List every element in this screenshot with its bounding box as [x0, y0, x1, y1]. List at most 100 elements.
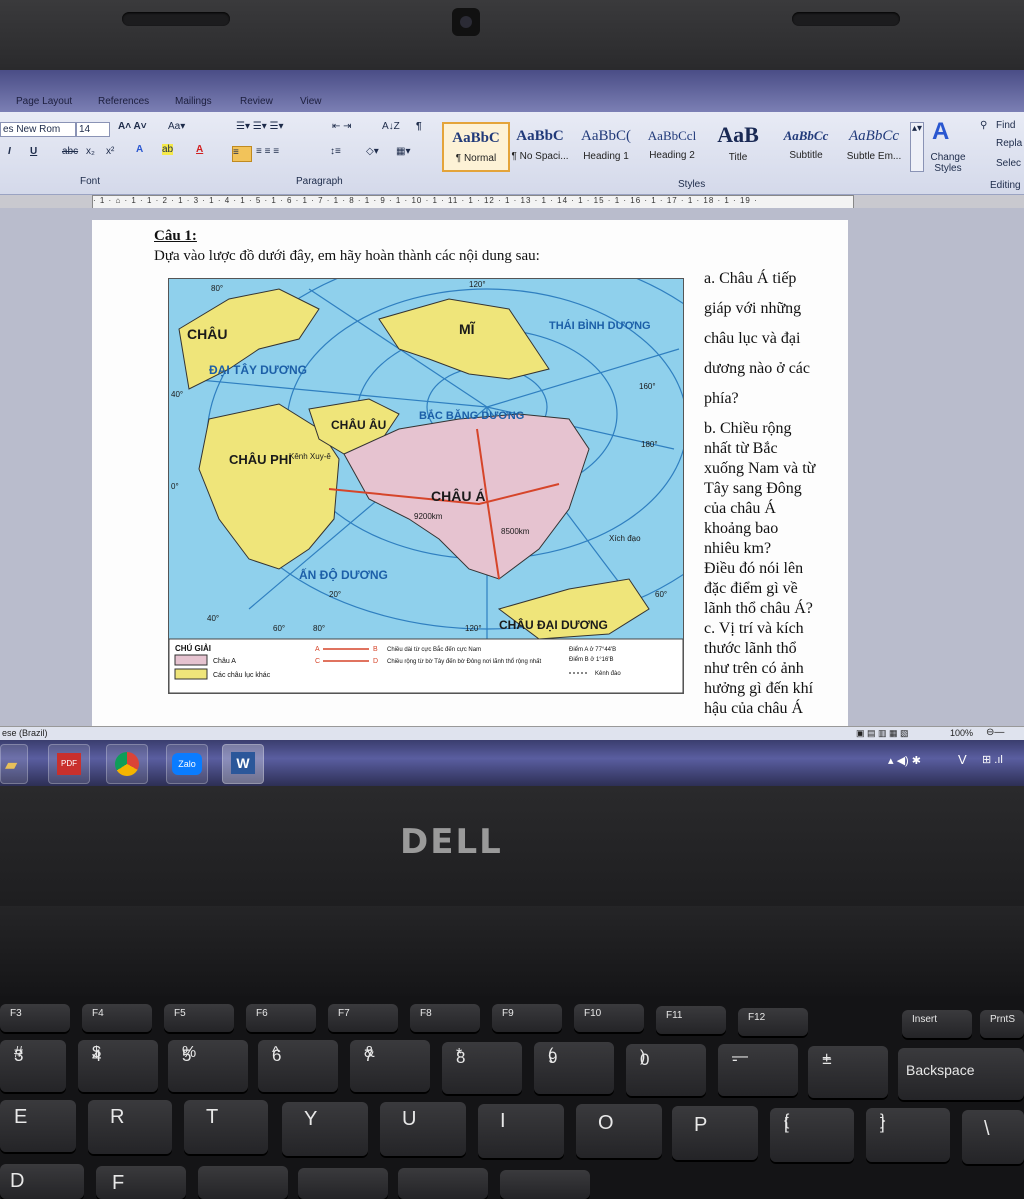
change-case-button[interactable]: Aa▾ [168, 121, 185, 132]
tab-page-layout[interactable]: Page Layout [16, 96, 72, 107]
key-equals[interactable]: + = [808, 1046, 888, 1098]
key-backslash[interactable]: \ [962, 1110, 1024, 1164]
font-name-select[interactable]: es New Rom [0, 122, 76, 137]
pdf-taskbar-button[interactable]: PDF [48, 744, 90, 784]
key-9[interactable]: (9 [534, 1042, 614, 1094]
key-f4[interactable]: F4 [82, 1004, 152, 1032]
key-8[interactable]: * 8 [442, 1042, 522, 1094]
align-center-icon[interactable]: ≡ ≡ ≡ [256, 146, 279, 157]
key-f8[interactable]: F8 [410, 1004, 480, 1032]
superscript-button[interactable]: x² [106, 146, 114, 157]
keyboard: F3 F4 F5 F6 F7 F8 F9 F10 F11 F12 Insert … [0, 996, 1024, 1199]
word-taskbar-button[interactable]: W [222, 744, 264, 784]
key-4[interactable]: $4 [78, 1040, 158, 1092]
tray-v-icon[interactable]: V [958, 752, 967, 767]
key-e[interactable]: E [0, 1100, 76, 1152]
style-subtitle[interactable]: AaBbCc Subtitle [774, 122, 838, 168]
key-r[interactable]: R [88, 1100, 172, 1154]
tab-references[interactable]: References [98, 96, 149, 107]
key-f11[interactable]: F11 [656, 1006, 726, 1034]
key-f6[interactable]: F6 [246, 1004, 316, 1032]
font-color-icon[interactable]: A [196, 144, 203, 155]
language-indicator[interactable]: ese (Brazil) [2, 728, 48, 738]
pilcrow-icon[interactable]: ¶ [416, 121, 422, 132]
key-backspace[interactable]: Backspace [898, 1048, 1024, 1100]
style-subtle-emphasis[interactable]: AaBbCc Subtle Em... [842, 122, 906, 168]
horizontal-ruler[interactable]: · 1 · ⌂ · 1 · 1 · 2 · 1 · 3 · 1 · 4 · 1 … [92, 195, 854, 209]
zoom-out-button[interactable]: ⊖— [986, 727, 1004, 738]
shading-icon[interactable]: ◇▾ [366, 146, 379, 157]
style-no-spacing[interactable]: AaBbC ¶ No Spaci... [508, 122, 572, 168]
key-j[interactable] [398, 1168, 488, 1199]
tab-mailings[interactable]: Mailings [175, 96, 212, 107]
key-7[interactable]: & 7 [350, 1040, 430, 1092]
key-f7[interactable]: F7 [328, 1004, 398, 1032]
key-o[interactable]: O [576, 1104, 662, 1158]
key-3[interactable]: #3 [0, 1040, 66, 1092]
change-styles-icon[interactable]: A [932, 118, 949, 146]
tray-icons[interactable]: ▴ ◀) ✱ [888, 754, 921, 767]
style-heading-2[interactable]: AaBbCcl Heading 2 [640, 122, 704, 168]
key-h[interactable] [298, 1168, 388, 1199]
grow-font-button[interactable]: A˄ A˅ [118, 121, 147, 132]
text-effects-icon[interactable]: A [136, 144, 143, 155]
key-f12[interactable]: F12 [738, 1008, 808, 1036]
key-d[interactable]: D [0, 1164, 84, 1199]
replace-button[interactable]: Repla [996, 138, 1022, 149]
font-size-select[interactable]: 14 [76, 122, 110, 137]
indent-icon[interactable]: ⇤ ⇥ [332, 121, 352, 132]
key-f[interactable]: F [96, 1166, 186, 1199]
line-spacing-icon[interactable]: ↕≡ [330, 146, 341, 157]
legend-swatch-asia [174, 654, 208, 666]
underline-button[interactable]: U [30, 146, 37, 157]
strikethrough-button[interactable]: abc [62, 146, 78, 157]
explorer-taskbar-button[interactable]: ▰ [0, 744, 28, 784]
italic-button[interactable]: I [8, 146, 11, 157]
change-styles-button[interactable]: Change Styles [926, 152, 970, 174]
borders-icon[interactable]: ▦▾ [396, 146, 410, 157]
key-y[interactable]: Y [282, 1102, 368, 1156]
key-close-bracket[interactable]: }] [866, 1108, 950, 1162]
laptop-screen: Page Layout References Mailings Review V… [0, 70, 1024, 786]
key-f3[interactable]: F3 [0, 1004, 70, 1032]
key-label: 0 [640, 1050, 650, 1069]
select-button[interactable]: Selec [996, 158, 1021, 169]
degree-label: 40° [171, 390, 183, 399]
sort-icon[interactable]: A↓Z [382, 121, 400, 132]
bullets-icon[interactable]: ☰▾ ☰▾ ☰▾ [236, 121, 284, 132]
key-f9[interactable]: F9 [492, 1004, 562, 1032]
subscript-button[interactable]: x₂ [86, 146, 95, 157]
key-minus[interactable]: — - [718, 1044, 798, 1096]
align-left-icon[interactable]: ≡ [232, 146, 252, 162]
key-0[interactable]: ) 0 [626, 1044, 706, 1096]
key-label: O [598, 1112, 614, 1134]
document-page[interactable]: Câu 1: Dựa vào lược đồ dưới đây, em hãy … [92, 220, 848, 728]
key-g[interactable] [198, 1166, 288, 1199]
legend-cd-text: Chiều rộng từ bờ Tây đến bờ Đông nơi lãn… [387, 658, 541, 665]
tab-review[interactable]: Review [240, 96, 273, 107]
key-5[interactable]: % 5 [168, 1040, 248, 1092]
highlight-icon[interactable]: ab [162, 144, 174, 155]
key-u[interactable]: U [380, 1102, 466, 1156]
key-f10[interactable]: F10 [574, 1004, 644, 1032]
key-p[interactable]: P [672, 1106, 758, 1160]
key-6[interactable]: ^ 6 [258, 1040, 338, 1092]
key-prntscr[interactable]: PrntS [980, 1010, 1024, 1038]
chrome-taskbar-button[interactable] [106, 744, 148, 784]
tab-view[interactable]: View [300, 96, 322, 107]
find-button[interactable]: Find [996, 120, 1015, 131]
key-insert[interactable]: Insert [902, 1010, 972, 1038]
key-f5[interactable]: F5 [164, 1004, 234, 1032]
styles-scroll-button[interactable]: ▴▾ [910, 122, 924, 172]
key-i[interactable]: I [478, 1104, 564, 1158]
key-t[interactable]: T [184, 1100, 268, 1154]
style-title[interactable]: AaB Title [706, 122, 770, 168]
view-buttons[interactable]: ▣ ▤ ▥ ▦ ▧ [856, 728, 909, 739]
key-open-bracket[interactable]: {[ [770, 1108, 854, 1162]
zoom-level[interactable]: 100% [950, 728, 973, 738]
style-normal[interactable]: AaBbC ¶ Normal [442, 122, 510, 172]
key-k[interactable] [500, 1170, 590, 1199]
zalo-taskbar-button[interactable]: Zalo [166, 744, 208, 784]
style-heading-1[interactable]: AaBbC(Heading 1 [574, 122, 638, 168]
network-icon[interactable]: ⊞ .ıl [982, 753, 1003, 766]
